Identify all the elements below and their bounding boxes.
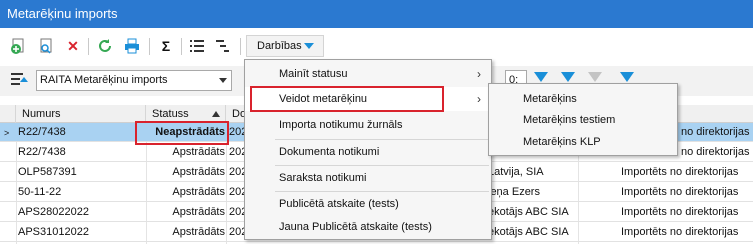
chevron-down-icon (304, 43, 314, 49)
create-invoice-submenu: Metarēķins Metarēķins testiem Metarēķins… (488, 83, 678, 156)
filter-apply-icon[interactable] (561, 72, 575, 82)
chevron-down-icon (219, 78, 227, 83)
cell-source: Importēts no direktorijas (621, 206, 739, 218)
filter-settings-icon[interactable] (620, 72, 634, 82)
cell-source: Importēts no direktorijas (621, 186, 739, 198)
cell-number: APS31012022 (18, 226, 89, 238)
cell-status: Apstrādāts (172, 186, 225, 198)
cell-supplier: ekotājs ABC SIA (488, 226, 569, 238)
chevron-right-icon: › (477, 92, 481, 106)
filter-profile-select[interactable]: RAITA Metarēķinu imports (36, 70, 232, 91)
menu-item-label: Publicētā atskaite (tests) (279, 198, 399, 210)
menu-item-new-published-report[interactable]: Jauna Publicētā atskaite (tests) (245, 215, 491, 239)
chevron-right-icon: › (477, 67, 481, 81)
actions-dropdown-label: Darbības (257, 40, 302, 52)
menu-item-label: Saraksta notikumi (279, 172, 367, 184)
submenu-item-invoice-klp[interactable]: Metarēķins KLP (489, 131, 677, 153)
current-row-indicator-icon: > (4, 128, 10, 138)
filter-list-icon[interactable] (11, 72, 29, 88)
cell-source: Importēts no direktorijas (621, 226, 739, 238)
menu-item-label: Importa notikumu žurnāls (279, 119, 403, 131)
column-header-number[interactable]: Numurs (16, 105, 146, 123)
cell-date: 202 (229, 146, 245, 158)
cell-date: 202 (229, 166, 245, 178)
cell-supplier: ieņa Ezers (488, 186, 540, 198)
submenu-item-invoice-tests[interactable]: Metarēķins testiem (489, 109, 677, 131)
cell-supplier: ekotājs ABC SIA (488, 206, 569, 218)
menu-item-import-log[interactable]: Importa notikumu žurnāls (245, 113, 491, 137)
view-icon[interactable] (37, 37, 55, 55)
tree-view-icon[interactable] (214, 37, 232, 55)
menu-item-change-status[interactable]: Mainīt statusu › (245, 62, 491, 86)
toolbar: ✕ Σ (0, 33, 753, 59)
menu-item-published-report[interactable]: Publicētā atskaite (tests) (245, 192, 491, 216)
print-icon[interactable] (123, 37, 141, 55)
toolbar-divider (240, 38, 241, 55)
filter-icon[interactable] (534, 72, 548, 82)
menu-item-list-events[interactable]: Saraksta notikumi (245, 166, 491, 190)
delete-icon[interactable]: ✕ (64, 37, 82, 55)
column-header-number-label: Numurs (22, 108, 61, 120)
cell-number: R22/7438 (18, 126, 66, 138)
cell-status: Apstrādāts (172, 206, 225, 218)
add-icon[interactable] (9, 37, 27, 55)
cell-date: 202 (229, 126, 245, 138)
menu-item-label: Dokumenta notikumi (279, 146, 380, 158)
window-title: Metarēķinu imports (7, 6, 118, 21)
filter-profile-value: RAITA Metarēķinu imports (40, 74, 168, 86)
submenu-item-label: Metarēķins testiem (523, 114, 616, 126)
refresh-icon[interactable] (96, 37, 114, 55)
submenu-item-label: Metarēķins KLP (523, 136, 601, 148)
column-header-status-label: Statuss (152, 108, 189, 120)
status-highlight-box (135, 121, 229, 145)
window-title-bar: Metarēķinu imports (0, 0, 753, 28)
cell-source: Importēts no direktorijas (621, 166, 739, 178)
list-view-icon[interactable] (188, 37, 206, 55)
toolbar-divider (149, 38, 150, 55)
cell-number: R22/7438 (18, 146, 66, 158)
cell-date: 202 (229, 206, 245, 218)
cell-number: 50-11-22 (18, 186, 62, 198)
cell-status: Apstrādāts (172, 166, 225, 178)
cell-date: 202 (229, 186, 245, 198)
toolbar-divider (181, 38, 182, 55)
cell-number: APS28022022 (18, 206, 89, 218)
cell-status: Apstrādāts (172, 226, 225, 238)
sort-ascending-icon (212, 111, 220, 117)
menu-item-label: Mainīt statusu (279, 68, 348, 80)
submenu-item-invoice[interactable]: Metarēķins (489, 88, 677, 110)
column-header-date[interactable]: Do (226, 105, 246, 123)
menu-highlight-box (250, 86, 444, 112)
cell-date: 202 (229, 226, 245, 238)
sum-icon[interactable]: Σ (157, 37, 175, 55)
row-indicator-header (0, 105, 16, 123)
submenu-item-label: Metarēķins (523, 93, 577, 105)
cell-status: Apstrādāts (172, 146, 225, 158)
cell-number: OLP587391 (18, 166, 77, 178)
menu-item-label: Jauna Publicētā atskaite (tests) (279, 221, 432, 233)
cell-supplier: Latvija, SIA (488, 166, 544, 178)
filter-clear-icon[interactable] (588, 72, 602, 82)
toolbar-divider (88, 38, 89, 55)
menu-item-document-events[interactable]: Dokumenta notikumi (245, 140, 491, 164)
